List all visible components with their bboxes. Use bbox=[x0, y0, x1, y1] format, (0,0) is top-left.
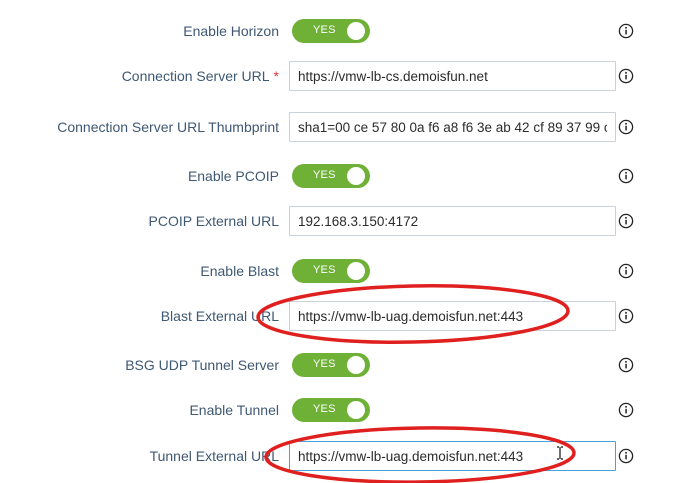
enable-tunnel-label: Enable Tunnel bbox=[189, 402, 279, 418]
bsg-udp-tunnel-server-label: BSG UDP Tunnel Server bbox=[125, 357, 279, 373]
enable-tunnel-toggle[interactable]: YES bbox=[292, 398, 370, 422]
info-icon[interactable] bbox=[618, 402, 634, 418]
connection-server-url-label: Connection Server URL * bbox=[121, 68, 279, 84]
toggle-state-label: YES bbox=[313, 169, 336, 181]
toggle-knob bbox=[347, 401, 365, 419]
info-icon[interactable] bbox=[618, 263, 634, 279]
enable-pcoip-label: Enable PCOIP bbox=[187, 168, 279, 184]
blast-external-url-input[interactable] bbox=[289, 301, 616, 331]
info-icon[interactable] bbox=[618, 119, 634, 135]
info-icon[interactable] bbox=[618, 168, 634, 184]
pcoip-external-url-input[interactable] bbox=[289, 206, 616, 236]
blast-external-url-label: Blast External URL bbox=[160, 308, 279, 324]
row-connection-server-url: Connection Server URL * bbox=[0, 59, 685, 93]
required-asterisk: * bbox=[273, 68, 279, 84]
enable-blast-label: Enable Blast bbox=[200, 263, 279, 279]
toggle-state-label: YES bbox=[313, 403, 336, 415]
row-blast-external-url: Blast External URL bbox=[0, 299, 685, 333]
info-icon[interactable] bbox=[618, 448, 634, 464]
toggle-knob bbox=[347, 167, 365, 185]
row-enable-horizon: Enable Horizon YES bbox=[0, 14, 685, 48]
row-tunnel-external-url: Tunnel External URL bbox=[0, 439, 685, 473]
toggle-state-label: YES bbox=[313, 358, 336, 370]
toggle-state-label: YES bbox=[313, 264, 336, 276]
tunnel-external-url-input[interactable] bbox=[289, 441, 616, 471]
row-connection-server-thumbprint: Connection Server URL Thumbprint bbox=[0, 110, 685, 144]
enable-pcoip-toggle[interactable]: YES bbox=[292, 164, 370, 188]
enable-blast-toggle[interactable]: YES bbox=[292, 259, 370, 283]
tunnel-external-url-label: Tunnel External URL bbox=[149, 448, 279, 464]
connection-server-thumbprint-label: Connection Server URL Thumbprint bbox=[57, 119, 279, 135]
pcoip-external-url-label: PCOIP External URL bbox=[148, 213, 279, 229]
toggle-knob bbox=[347, 262, 365, 280]
connection-server-url-input[interactable] bbox=[289, 61, 616, 91]
bsg-udp-tunnel-server-toggle[interactable]: YES bbox=[292, 353, 370, 377]
text-cursor-icon bbox=[557, 446, 563, 460]
toggle-knob bbox=[347, 22, 365, 40]
enable-horizon-toggle[interactable]: YES bbox=[292, 19, 370, 43]
info-icon[interactable] bbox=[618, 357, 634, 373]
info-icon[interactable] bbox=[618, 308, 634, 324]
row-enable-pcoip: Enable PCOIP YES bbox=[0, 159, 685, 193]
toggle-state-label: YES bbox=[313, 24, 336, 36]
enable-horizon-label: Enable Horizon bbox=[183, 23, 279, 39]
info-icon[interactable] bbox=[618, 23, 634, 39]
info-icon[interactable] bbox=[618, 68, 634, 84]
row-enable-blast: Enable Blast YES bbox=[0, 254, 685, 288]
row-bsg-udp-tunnel-server: BSG UDP Tunnel Server YES bbox=[0, 348, 685, 382]
toggle-knob bbox=[347, 356, 365, 374]
row-pcoip-external-url: PCOIP External URL bbox=[0, 204, 685, 238]
connection-server-thumbprint-input[interactable] bbox=[289, 112, 616, 142]
info-icon[interactable] bbox=[618, 213, 634, 229]
row-enable-tunnel: Enable Tunnel YES bbox=[0, 393, 685, 427]
